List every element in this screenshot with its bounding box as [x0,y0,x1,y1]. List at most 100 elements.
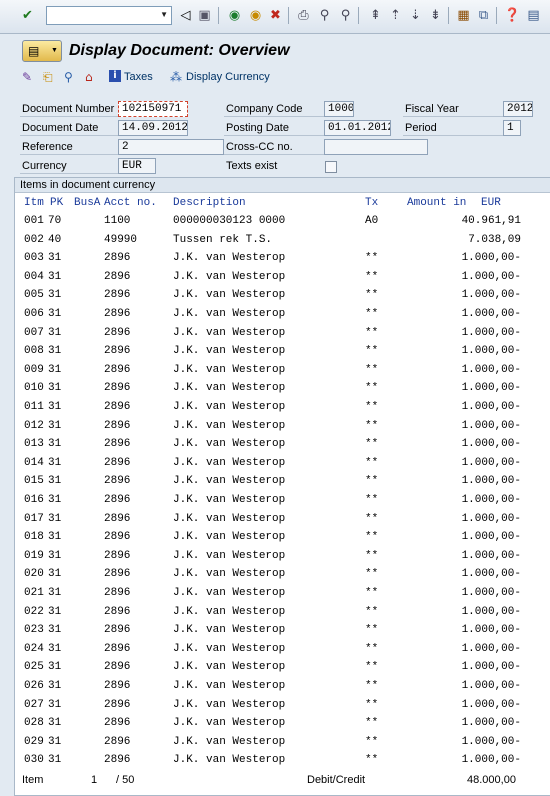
toolbar-separator [358,7,359,24]
cross-cc-field[interactable] [324,139,428,155]
document-number-field[interactable]: 102150971 [118,101,188,117]
customize-layout-icon[interactable]: ▤ [526,8,541,23]
table-row[interactable]: 014 31 2896 J.K. van Westerop ** 1.000,00- [15,454,550,473]
column-header-itm[interactable]: Itm [24,197,44,209]
column-header-pk[interactable]: PK [50,197,63,209]
texts-exist-checkbox[interactable] [325,161,337,173]
cell-tx: ** [365,661,379,674]
cell-pk: 31 [48,289,62,302]
table-row[interactable]: 009 31 2896 J.K. van Westerop ** 1.000,00- [15,361,550,380]
table-row[interactable]: 027 31 2896 J.K. van Westerop ** 1.000,00- [15,696,550,715]
table-row[interactable]: 012 31 2896 J.K. van Westerop ** 1.000,00- [15,417,550,436]
taxes-button[interactable]: Taxes [124,71,153,83]
table-row[interactable]: 003 31 2896 J.K. van Westerop ** 1.000,00- [15,249,550,268]
table-row[interactable]: 017 31 2896 J.K. van Westerop ** 1.000,00- [15,510,550,529]
cell-itm: 014 [24,456,44,469]
print-icon[interactable]: ⎙ [296,8,311,23]
cell-acct-no: 2896 [104,512,131,525]
table-row[interactable]: 020 31 2896 J.K. van Westerop ** 1.000,00- [15,565,550,584]
table-row[interactable]: 007 31 2896 J.K. van Westerop ** 1.000,00- [15,324,550,343]
table-row[interactable]: 008 31 2896 J.K. van Westerop ** 1.000,00- [15,342,550,361]
hat-icon[interactable]: ⌂ [85,70,93,84]
table-row[interactable]: 005 31 2896 J.K. van Westerop ** 1.000,00- [15,286,550,305]
find-icon[interactable]: ⚲ [317,8,332,23]
table-row[interactable]: 021 31 2896 J.K. van Westerop ** 1.000,00- [15,584,550,603]
cell-pk: 31 [48,326,62,339]
cancel-icon[interactable]: ✖ [268,8,283,23]
table-row[interactable]: 004 31 2896 J.K. van Westerop ** 1.000,00- [15,268,550,287]
cell-pk: 31 [48,568,62,581]
column-header-busa[interactable]: BusA [74,197,100,209]
table-row[interactable]: 025 31 2896 J.K. van Westerop ** 1.000,00- [15,658,550,677]
column-header-currency[interactable]: EUR [481,197,501,209]
cell-amount: 1.000,00- [461,308,521,320]
currency-field[interactable]: EUR [118,158,156,174]
cell-description: J.K. van Westerop [173,624,286,637]
posting-date-field[interactable]: 01.01.2012 [324,120,391,136]
column-header-tx[interactable]: Tx [365,197,378,209]
cell-acct-no: 2896 [104,270,131,283]
table-row[interactable]: 026 31 2896 J.K. van Westerop ** 1.000,00- [15,677,550,696]
exit-icon[interactable]: ◉ [248,8,263,23]
chevron-down-icon[interactable]: ▼ [160,10,168,19]
table-row[interactable]: 011 31 2896 J.K. van Westerop ** 1.000,00- [15,398,550,417]
command-field[interactable]: ▼ [46,6,172,25]
table-row[interactable]: 019 31 2896 J.K. van Westerop ** 1.000,00- [15,547,550,566]
cell-description: J.K. van Westerop [173,456,286,469]
table-row[interactable]: 013 31 2896 J.K. van Westerop ** 1.000,00- [15,435,550,454]
chevron-down-icon: ▼ [51,47,58,54]
table-row[interactable]: 029 31 2896 J.K. van Westerop ** 1.000,00- [15,733,550,752]
shortcut-icon[interactable]: ⧉ [476,8,491,23]
company-code-field[interactable]: 1000 [324,101,354,117]
enter-icon[interactable]: ✔ [20,8,35,23]
document-date-field[interactable]: 14.09.2012 [118,120,188,136]
save-icon[interactable]: ▣ [197,8,212,23]
find-next-icon[interactable]: ⚲ [338,8,353,23]
document-icon[interactable]: ⎗ [43,70,53,85]
table-row[interactable]: 015 31 2896 J.K. van Westerop ** 1.000,00- [15,472,550,491]
cell-amount: 1.000,00- [461,401,521,413]
table-row[interactable]: 010 31 2896 J.K. van Westerop ** 1.000,00- [15,379,550,398]
cell-itm: 022 [24,605,44,618]
previous-page-icon[interactable]: ⇡ [388,8,403,23]
back-green-icon[interactable]: ◉ [227,8,242,23]
table-row[interactable]: 001 70 1100 000000030123 0000 A0 40.961,91 [15,212,550,231]
table-row[interactable]: 022 31 2896 J.K. van Westerop ** 1.000,00- [15,603,550,622]
column-header-amount[interactable]: Amount in [407,197,466,209]
table-row[interactable]: 030 31 2896 J.K. van Westerop ** 1.000,00- [15,751,550,770]
table-row[interactable]: 002 40 49990 Tussen rek T.S. 7.038,09 [15,231,550,250]
cell-amount: 1.000,00- [461,624,521,637]
help-icon[interactable]: ❓ [504,8,520,23]
last-page-icon[interactable]: ⇟ [428,8,443,23]
menu-button[interactable]: ▤ ▼ [22,40,62,62]
column-header-acct-no[interactable]: Acct no. [104,197,157,209]
table-row[interactable]: 028 31 2896 J.K. van Westerop ** 1.000,00- [15,714,550,733]
table-row[interactable]: 024 31 2896 J.K. van Westerop ** 1.000,00- [15,640,550,659]
cell-acct-no: 2896 [104,587,131,599]
table-row[interactable]: 016 31 2896 J.K. van Westerop ** 1.000,00- [15,491,550,510]
cell-acct-no: 2896 [104,363,131,376]
document-number-label-box: Document Number [20,101,118,117]
cell-description: J.K. van Westerop [173,419,286,432]
table-row[interactable]: 023 31 2896 J.K. van Westerop ** 1.000,00- [15,621,550,640]
column-header-description[interactable]: Description [173,197,246,209]
table-row[interactable]: 006 31 2896 J.K. van Westerop ** 1.000,00- [15,305,550,324]
period-field[interactable]: 1 [503,120,521,136]
first-page-icon[interactable]: ⇞ [368,8,383,23]
cell-itm: 024 [24,642,44,655]
cell-tx: ** [365,735,379,748]
next-page-icon[interactable]: ⇣ [408,8,423,23]
table-row[interactable]: 018 31 2896 J.K. van Westerop ** 1.000,00- [15,528,550,547]
fiscal-year-field[interactable]: 2012 [503,101,533,117]
reference-field[interactable]: 2 [118,139,224,155]
back-arrow-icon[interactable]: ◁ [178,8,193,23]
cell-description: J.K. van Westerop [173,345,286,358]
create-session-icon[interactable]: ▦ [456,8,471,23]
cell-description: J.K. van Westerop [173,698,286,711]
cell-pk: 31 [48,680,62,692]
glasses-icon[interactable]: ✎ [22,70,32,84]
magnifier-icon[interactable]: ⚲ [64,70,73,84]
cell-description: J.K. van Westerop [173,531,286,544]
cell-acct-no: 2896 [104,401,131,413]
display-currency-button[interactable]: Display Currency [186,71,270,83]
